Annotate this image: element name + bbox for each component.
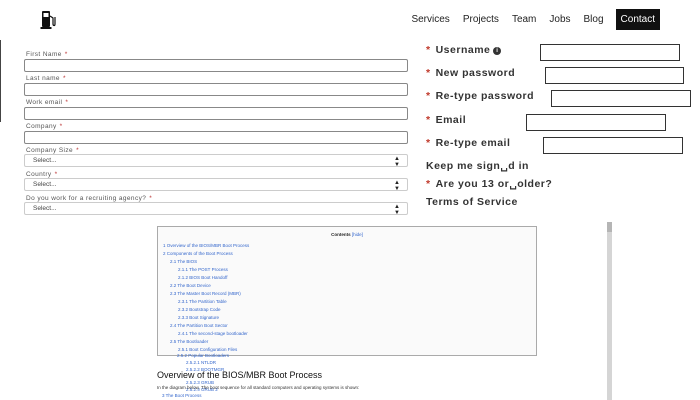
nav-link-blog[interactable]: Blog	[584, 10, 604, 29]
recruiting-agency-value: Select...	[33, 205, 57, 212]
top-navbar: Services Projects Team Jobs Blog Contact	[0, 0, 700, 40]
company-size-select[interactable]: Select... ▲ ▼	[24, 154, 408, 168]
recruiting-agency-select[interactable]: Select... ▲ ▼	[24, 202, 408, 216]
terms-of-service-link[interactable]: Terms of Service	[426, 196, 518, 208]
account-form: * Username i * New password * Re-type passwo…	[426, 43, 700, 213]
toc-entry[interactable]: 2.5.2.1 NTLDR	[186, 360, 216, 365]
nav-link-jobs[interactable]: Jobs	[549, 10, 570, 29]
country-value: Select...	[33, 181, 57, 188]
toc-entry[interactable]: 2.3.2 Bootstrap Code	[178, 307, 221, 312]
toc-entry[interactable]: 2.4 The Partition Boot Sector	[170, 323, 228, 328]
work-email-input[interactable]	[24, 107, 408, 120]
main-nav: Services Projects Team Jobs Blog Contact	[398, 9, 660, 30]
toc-entry[interactable]: 1 Overview of the BIOS/MBR Boot Process	[163, 243, 249, 248]
nav-link-projects[interactable]: Projects	[463, 10, 499, 29]
left-edge-divider	[0, 40, 1, 122]
retype-email-input[interactable]	[543, 137, 683, 154]
toc-entry[interactable]: 2.4.1 The second-stage bootloader	[178, 331, 248, 336]
country-select[interactable]: Select... ▲ ▼	[24, 178, 408, 192]
recruiting-agency-label: Do you work for a recruiting agency? *	[26, 195, 153, 202]
toc-entry[interactable]: 2.1.2 BIOS Boot Handoff	[178, 275, 227, 280]
first-name-label: First Name *	[26, 51, 68, 58]
work-email-label: Work email *	[26, 99, 69, 106]
last-name-label: Last name *	[26, 75, 66, 82]
toc-entry[interactable]: 2.3 The Master Boot Record (MBR)	[170, 291, 241, 296]
article-intro-text: In the diagram below, The boot sequence …	[157, 385, 360, 390]
contact-button[interactable]: Contact	[615, 9, 660, 30]
nav-link-services[interactable]: Services	[411, 10, 449, 29]
company-input[interactable]	[24, 131, 408, 144]
email-label: * Email	[426, 114, 467, 126]
retype-password-input[interactable]	[551, 90, 691, 107]
toc-title: Contents [hide]	[331, 232, 363, 237]
last-name-input[interactable]	[24, 83, 408, 96]
toc-hide-link[interactable]: [hide]	[352, 232, 363, 237]
new-password-label: * New password	[426, 67, 516, 79]
toc-entry[interactable]: 2.2 The Boot Device	[170, 283, 211, 288]
retype-email-label: * Re-type email	[426, 137, 511, 149]
retype-password-label: * Re-type password	[426, 90, 535, 102]
select-arrows-icon: ▲ ▼	[394, 156, 400, 168]
toc-entry[interactable]: 2.5 The Bootloader	[170, 339, 208, 344]
toc-entry[interactable]: 2.1 The BIOS	[170, 259, 197, 264]
new-password-input[interactable]	[545, 67, 684, 84]
age-check-label[interactable]: * Are you 13 or␣older?	[426, 178, 552, 190]
scrollbar-track[interactable]	[607, 222, 612, 400]
fuel-pump-icon[interactable]	[40, 10, 56, 30]
toc-entry[interactable]: 3 The Boot Process	[162, 393, 201, 398]
keep-signed-in-label[interactable]: Keep me sign␣d in	[426, 160, 529, 172]
select-arrows-icon: ▲ ▼	[394, 180, 400, 192]
select-arrows-icon: ▲ ▼	[394, 204, 400, 216]
table-of-contents: Contents [hide] 1 Overview of the BIOS/M…	[157, 226, 537, 356]
username-input[interactable]	[540, 44, 680, 61]
article-heading: Overview of the BIOS/MBR Boot Process	[157, 370, 323, 380]
company-label: Company *	[26, 123, 63, 130]
toc-entry[interactable]: 2.5.1 Boot Configuration Files	[178, 347, 237, 352]
toc-entry[interactable]: 2.3.3 Boot Signature	[178, 315, 219, 320]
info-icon[interactable]: i	[493, 47, 502, 55]
first-name-input[interactable]	[24, 59, 408, 72]
email-input[interactable]	[526, 114, 666, 131]
company-size-label: Company Size *	[26, 147, 80, 154]
toc-entry[interactable]: 2.3.1 The Partition Table	[178, 299, 227, 304]
username-label: * Username i	[426, 44, 502, 56]
company-size-value: Select...	[33, 157, 57, 164]
toc-entry[interactable]: 2.1.1 The POST Process	[178, 267, 228, 272]
toc-entry[interactable]: 2 Components of the Boot Process	[163, 251, 233, 256]
toc-entry[interactable]: 2.5.2 Popular Bootloaders	[177, 353, 229, 358]
nav-link-team[interactable]: Team	[512, 10, 536, 29]
scrollbar-thumb[interactable]	[607, 222, 612, 232]
country-label: Country *	[26, 171, 58, 178]
